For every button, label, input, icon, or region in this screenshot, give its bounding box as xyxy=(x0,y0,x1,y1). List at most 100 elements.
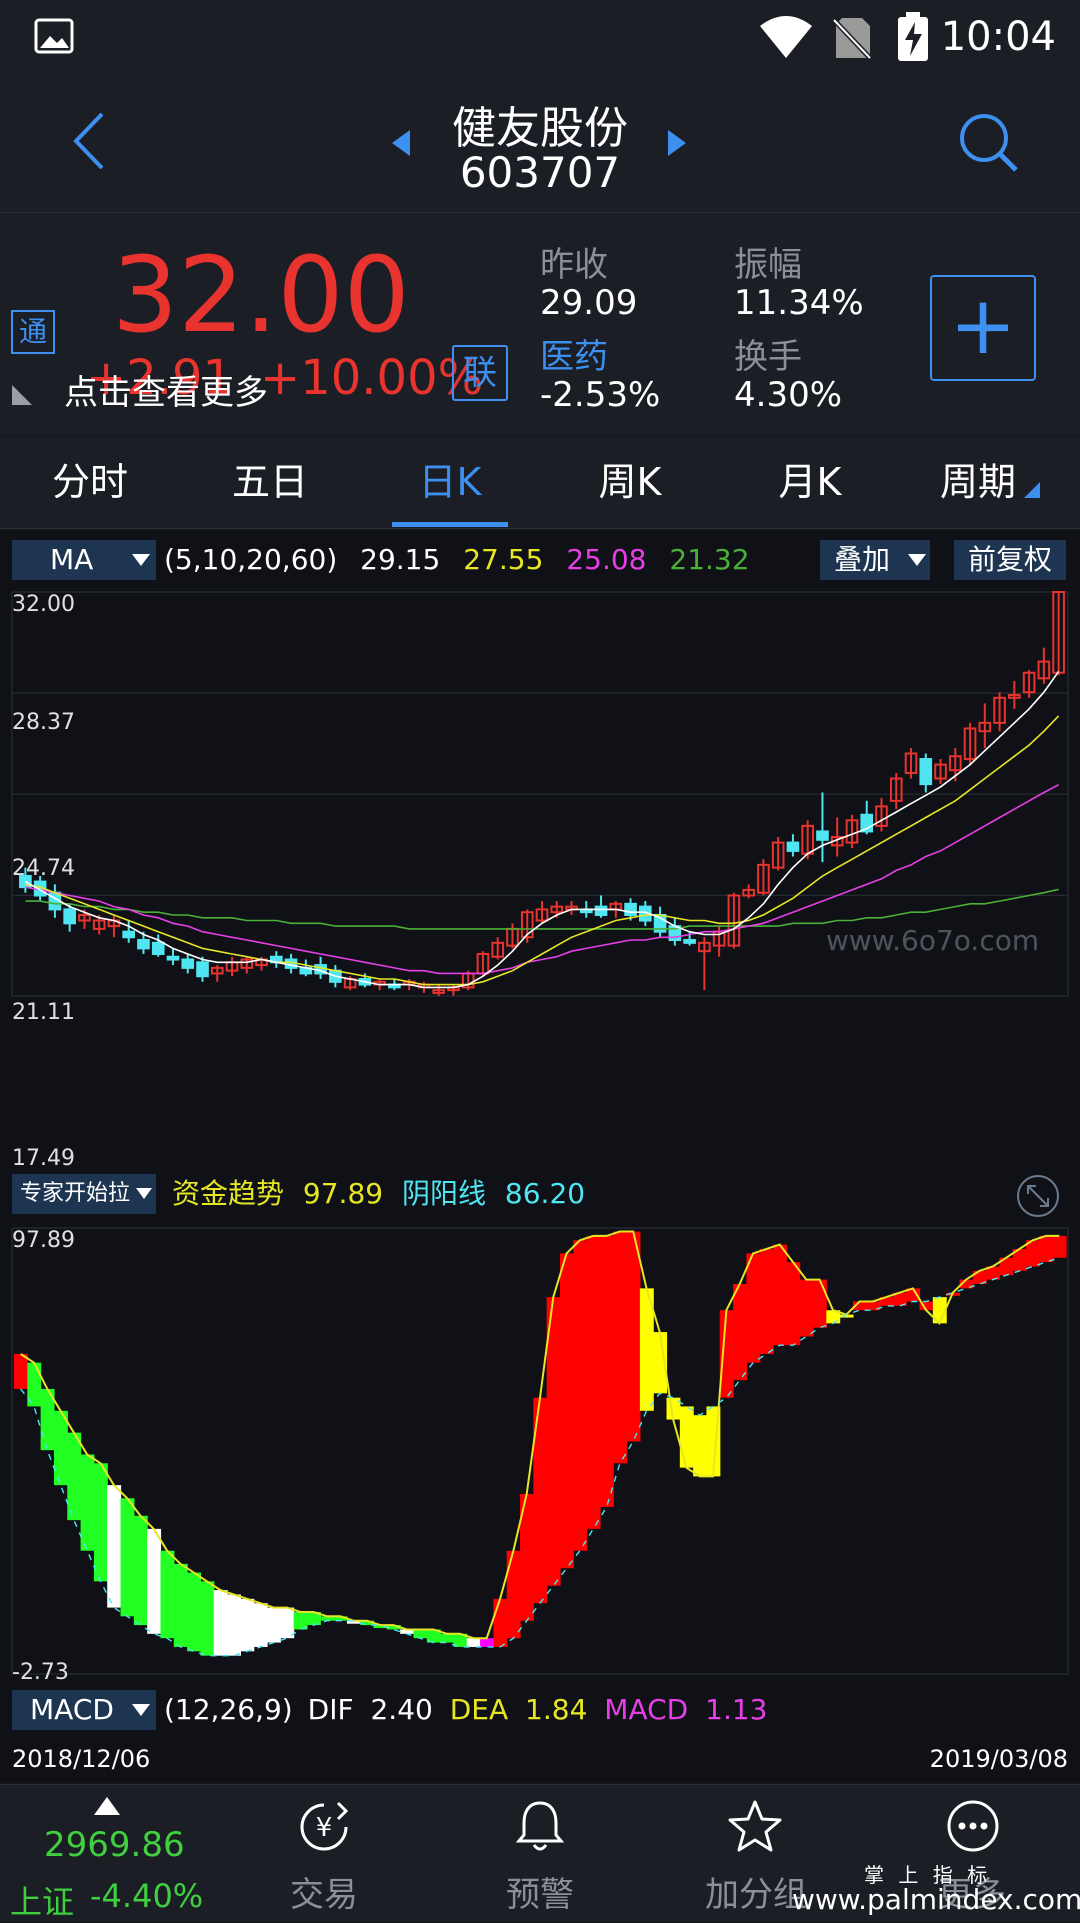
trend-label: 资金趋势 xyxy=(172,1177,285,1210)
indicator-bar xyxy=(746,1253,761,1363)
search-icon[interactable] xyxy=(956,110,1020,174)
turnover-value: 4.30% xyxy=(734,375,843,415)
indicator-bar xyxy=(559,1253,574,1569)
more-dots-icon xyxy=(946,1799,1000,1857)
overlay-label: 叠加 xyxy=(834,543,891,576)
indicator-bar xyxy=(227,1594,241,1656)
macd-label: MACD xyxy=(604,1693,689,1726)
candle-body xyxy=(624,902,637,916)
battery-charging-icon xyxy=(896,12,930,66)
macd-indicator-select[interactable]: MACD xyxy=(12,1690,156,1730)
indicator-bar xyxy=(187,1572,202,1652)
indicator-bar xyxy=(1052,1235,1067,1258)
indicator-bar xyxy=(573,1240,588,1551)
plus-icon: + xyxy=(949,279,1017,372)
indicator-bar xyxy=(173,1563,188,1647)
indicator-bar xyxy=(267,1607,281,1643)
price-axis-lower-mid: 24.74 xyxy=(12,856,75,881)
candle-body xyxy=(816,830,829,841)
candle-body xyxy=(683,939,696,944)
tab-five-day[interactable]: 五日 xyxy=(200,436,340,528)
indicator-bar xyxy=(253,1603,268,1647)
amplitude-label: 振幅 xyxy=(734,245,802,285)
dif-value: 2.40 xyxy=(370,1693,433,1726)
index-name: 上证 xyxy=(10,1883,75,1921)
expand-icon[interactable] xyxy=(1016,1174,1060,1222)
indicator-bar xyxy=(160,1550,175,1639)
indicator-bar xyxy=(133,1515,148,1626)
indicator-bar xyxy=(413,1629,428,1639)
candle-body xyxy=(786,841,800,852)
indicator-bar xyxy=(240,1598,255,1652)
nav-trade[interactable]: ¥ 交易 xyxy=(268,1785,380,1921)
indicator-bar xyxy=(213,1590,228,1656)
tab-weekly-k[interactable]: 周K xyxy=(560,436,700,528)
candle-body xyxy=(122,930,136,939)
more-hint[interactable]: 点击查看更多 xyxy=(64,365,268,414)
indicator2-values: 资金趋势 97.89 阴阳线 86.20 xyxy=(172,1174,585,1214)
tong-badge[interactable]: 通 xyxy=(11,310,55,354)
indicator-bar xyxy=(493,1598,508,1647)
tab-monthly-k[interactable]: 月K xyxy=(740,436,880,528)
candle-body xyxy=(196,961,209,978)
indicator-bar-chart[interactable] xyxy=(0,1222,1080,1680)
prev-close-value: 29.09 xyxy=(540,283,638,323)
indicator-bar xyxy=(799,1279,814,1337)
star-icon xyxy=(728,1799,782,1857)
add-watchlist-button[interactable]: + xyxy=(930,275,1036,381)
svg-text:¥: ¥ xyxy=(316,1813,333,1843)
tab-daily-k[interactable]: 日K xyxy=(392,436,508,528)
turnover-label: 换手 xyxy=(734,337,802,377)
dea-value: 1.84 xyxy=(525,1693,588,1726)
candle-body xyxy=(137,939,150,950)
price-axis-top: 32.00 xyxy=(12,592,75,617)
prev-close-label: 昨收 xyxy=(540,245,608,285)
chevron-down-icon xyxy=(132,554,150,566)
adjust-button[interactable]: 前复权 xyxy=(954,540,1066,580)
trend-value: 97.89 xyxy=(302,1177,384,1210)
indicator-bar xyxy=(147,1528,162,1634)
candle-body xyxy=(919,758,933,786)
next-stock-button[interactable] xyxy=(664,128,690,158)
index-value: 2969.86 xyxy=(44,1825,185,1865)
indicator-bar xyxy=(93,1463,108,1582)
nav-alert[interactable]: 预警 xyxy=(484,1785,596,1921)
sector-label[interactable]: 医药 xyxy=(540,329,608,378)
nav-trade-label: 交易 xyxy=(290,1875,358,1915)
index-ticker[interactable]: 2969.86 上证 -4.40% xyxy=(0,1785,216,1921)
lian-badge[interactable]: 联 xyxy=(452,345,508,401)
last-price: 32.00 xyxy=(112,234,410,356)
indicator-bar xyxy=(440,1633,455,1643)
indicator-bar xyxy=(293,1611,308,1630)
indicator-bar xyxy=(546,1297,561,1586)
candle-body xyxy=(151,941,165,955)
indicator-bar xyxy=(120,1498,135,1617)
indicator-bar xyxy=(107,1485,122,1608)
ma5-value: 29.15 xyxy=(360,543,441,576)
expert-indicator-select[interactable]: 专家开始拉 xyxy=(12,1174,156,1214)
candle-body xyxy=(166,955,180,961)
ma-values: (5,10,20,60) 29.15 27.55 25.08 21.32 xyxy=(164,540,750,580)
indicator-bar xyxy=(200,1581,215,1656)
amplitude-value: 11.34% xyxy=(734,283,864,323)
price-axis-upper-mid: 28.37 xyxy=(12,710,75,735)
ma20-value: 25.08 xyxy=(566,543,647,576)
indicator-axis-top: 97.89 xyxy=(12,1228,75,1253)
wifi-icon xyxy=(758,14,814,62)
candle-body xyxy=(594,905,608,916)
nav-alert-label: 预警 xyxy=(506,1875,574,1915)
indicator-bar xyxy=(679,1406,694,1468)
bell-icon xyxy=(515,1799,565,1857)
quote-panel: 通 32.00 +2.91 +10.00% 点击查看更多 联 昨收 29.09 … xyxy=(0,213,1080,435)
expert-indicator-name: 专家开始拉 xyxy=(20,1181,131,1206)
indicator-axis-bottom: -2.73 xyxy=(12,1660,69,1685)
overlay-select[interactable]: 叠加 xyxy=(820,540,930,580)
up-arrow-icon xyxy=(94,1797,120,1815)
ma10-value: 27.55 xyxy=(463,543,544,576)
ma-indicator-select[interactable]: MA xyxy=(12,540,156,580)
tab-period[interactable]: 周期 xyxy=(918,436,1038,528)
chevron-down-icon xyxy=(136,1188,152,1199)
indicator-bar xyxy=(719,1310,734,1398)
tab-intraday[interactable]: 分时 xyxy=(20,436,160,528)
indicator-bar xyxy=(466,1638,481,1647)
